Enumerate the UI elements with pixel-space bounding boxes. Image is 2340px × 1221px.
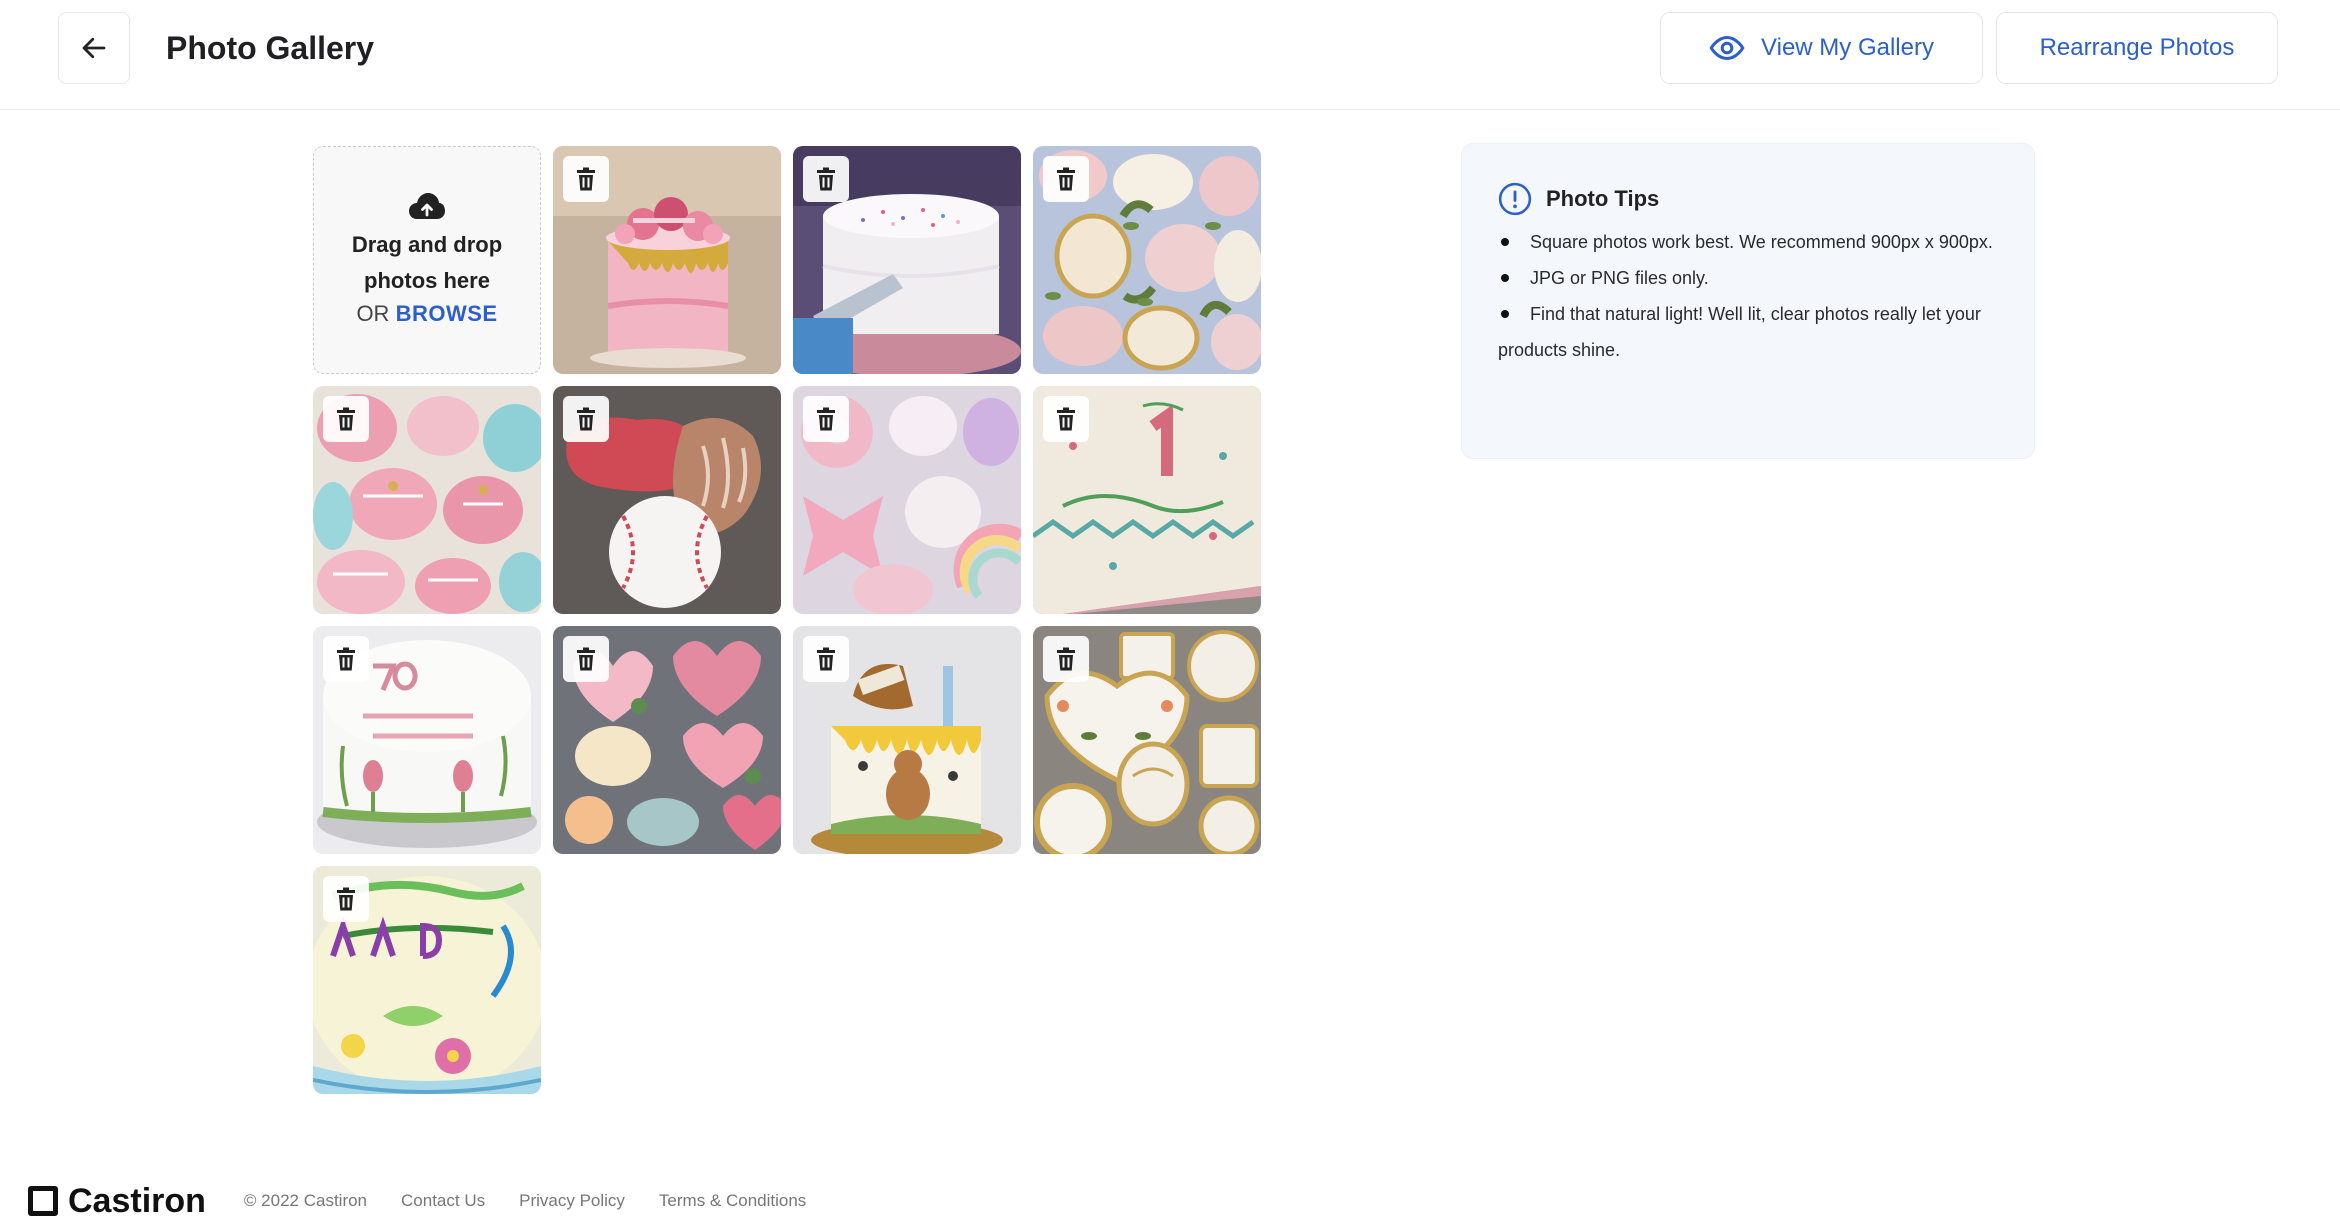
photo-tip-item: Square photos work best. We recommend 90… xyxy=(1498,224,1998,260)
footer-logo[interactable]: Castiron xyxy=(28,1182,206,1221)
photo-grid: Drag and drop photos here OR BROWSE xyxy=(313,146,1261,1094)
photo-tips-panel: Photo Tips Square photos work best. We r… xyxy=(1461,143,2035,459)
gallery-photo[interactable] xyxy=(1033,626,1261,854)
upload-or-label: OR xyxy=(356,301,390,326)
gallery-photo[interactable] xyxy=(553,386,781,614)
view-my-gallery-label: View My Gallery xyxy=(1761,34,1934,61)
gallery-photo[interactable] xyxy=(313,626,541,854)
back-button[interactable] xyxy=(58,12,130,84)
trash-icon xyxy=(337,407,355,431)
trash-icon xyxy=(817,167,835,191)
trash-icon xyxy=(817,407,835,431)
cloud-upload-icon xyxy=(409,193,445,219)
gallery-photo[interactable] xyxy=(793,146,1021,374)
gallery-photo[interactable] xyxy=(313,866,541,1094)
delete-photo-button[interactable] xyxy=(323,396,369,442)
browse-link[interactable]: BROWSE xyxy=(396,301,498,326)
photo-upload-dropzone[interactable]: Drag and drop photos here OR BROWSE xyxy=(313,146,541,374)
footer-copyright: © 2022 Castiron xyxy=(243,1191,368,1210)
rearrange-photos-label: Rearrange Photos xyxy=(2039,34,2235,61)
delete-photo-button[interactable] xyxy=(1043,156,1089,202)
delete-photo-button[interactable] xyxy=(803,156,849,202)
trash-icon xyxy=(817,647,835,671)
trash-icon xyxy=(1057,647,1075,671)
photo-tips-title: Photo Tips xyxy=(1546,186,1660,211)
trash-icon xyxy=(337,647,355,671)
eye-icon xyxy=(1709,35,1745,61)
upload-instructions: Drag and drop photos here xyxy=(351,232,503,293)
photo-tip-item: JPG or PNG files only. xyxy=(1498,260,1998,296)
trash-icon xyxy=(1057,407,1075,431)
delete-photo-button[interactable] xyxy=(563,156,609,202)
rearrange-photos-button[interactable]: Rearrange Photos xyxy=(1996,12,2278,84)
trash-icon xyxy=(577,407,595,431)
privacy-policy-link[interactable]: Privacy Policy xyxy=(519,1191,625,1211)
gallery-photo[interactable] xyxy=(1033,386,1261,614)
delete-photo-button[interactable] xyxy=(563,396,609,442)
trash-icon xyxy=(337,887,355,911)
delete-photo-button[interactable] xyxy=(323,876,369,922)
delete-photo-button[interactable] xyxy=(1043,636,1089,682)
delete-photo-button[interactable] xyxy=(563,636,609,682)
brand-logo-icon xyxy=(28,1186,58,1216)
arrow-left-icon xyxy=(82,37,106,59)
gallery-photo[interactable] xyxy=(793,626,1021,854)
gallery-photo[interactable] xyxy=(1033,146,1261,374)
page-footer: Castiron © 2022 Castiron Contact Us Priv… xyxy=(28,1182,806,1220)
page-title: Photo Gallery xyxy=(166,30,375,66)
upload-or-row: OR BROWSE xyxy=(356,299,497,329)
delete-photo-button[interactable] xyxy=(1043,396,1089,442)
trash-icon xyxy=(577,167,595,191)
gallery-photo[interactable] xyxy=(793,386,1021,614)
trash-icon xyxy=(577,647,595,671)
page-header: Photo Gallery View My Gallery Rearrange … xyxy=(0,0,2340,110)
delete-photo-button[interactable] xyxy=(803,636,849,682)
gallery-photo[interactable] xyxy=(553,626,781,854)
trash-icon xyxy=(1057,167,1075,191)
photo-tip-item: Find that natural light! Well lit, clear… xyxy=(1498,296,1998,368)
photo-tips-list: Square photos work best. We recommend 90… xyxy=(1498,224,1998,368)
info-circle-icon xyxy=(1498,182,1532,216)
delete-photo-button[interactable] xyxy=(803,396,849,442)
contact-us-link[interactable]: Contact Us xyxy=(401,1191,485,1211)
footer-brand-name: Castiron xyxy=(68,1181,206,1220)
gallery-photo[interactable] xyxy=(553,146,781,374)
gallery-photo[interactable] xyxy=(313,386,541,614)
photo-tips-header: Photo Tips xyxy=(1498,182,1998,216)
terms-conditions-link[interactable]: Terms & Conditions xyxy=(659,1191,806,1211)
view-my-gallery-button[interactable]: View My Gallery xyxy=(1660,12,1983,84)
delete-photo-button[interactable] xyxy=(323,636,369,682)
